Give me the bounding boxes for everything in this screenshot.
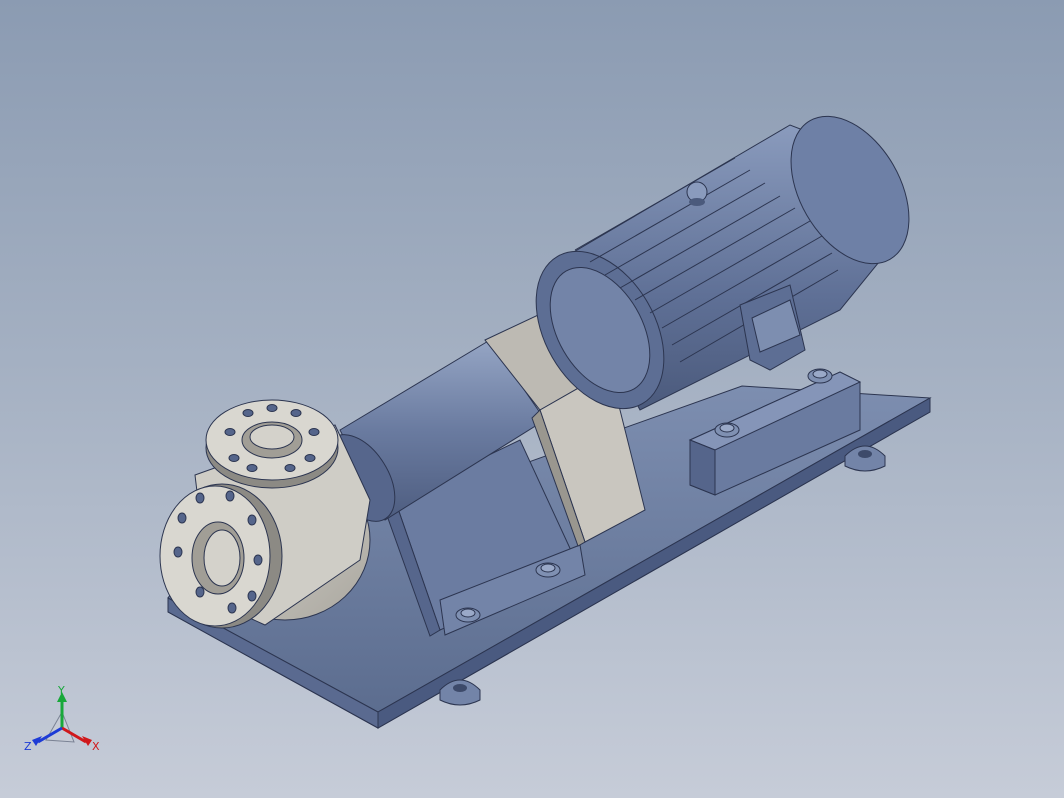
pump-assembly-model[interactable]: [0, 0, 1064, 798]
axis-triad: Y X Z: [24, 684, 100, 753]
discharge-flange[interactable]: [205, 399, 339, 489]
lifting-eye: [686, 181, 708, 206]
bolt-head: [535, 562, 561, 578]
z-axis-label: Z: [24, 740, 32, 753]
bolt-head: [807, 368, 833, 384]
graphics-viewport[interactable]: Y X Z: [0, 0, 1064, 798]
y-axis-label: Y: [57, 684, 65, 697]
bolt-head: [714, 422, 740, 438]
bolt-head: [455, 607, 481, 623]
x-axis-label: X: [92, 740, 100, 753]
electric-motor[interactable]: [510, 96, 933, 431]
suction-flange[interactable]: [159, 483, 283, 629]
